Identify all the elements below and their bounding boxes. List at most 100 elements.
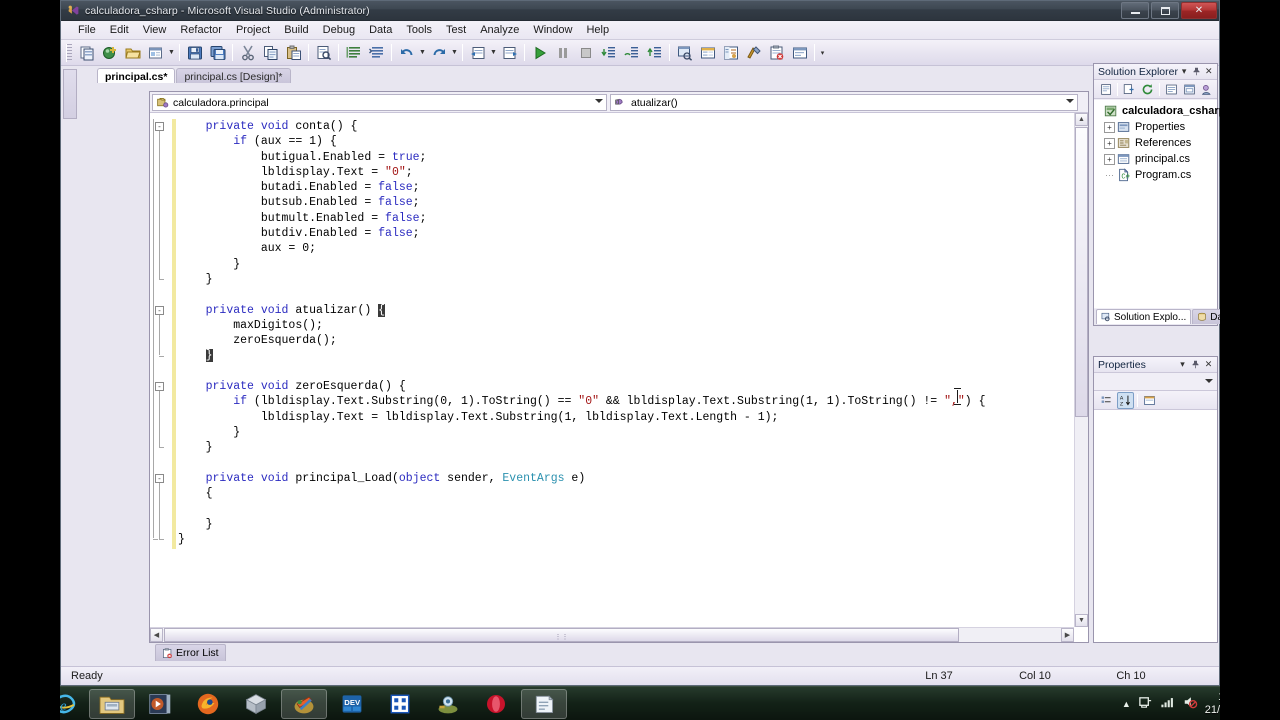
taskbar-item-windows-explorer[interactable] xyxy=(89,688,135,719)
minimize-button[interactable] xyxy=(1121,2,1149,19)
expand-icon[interactable]: + xyxy=(1104,153,1115,165)
solution-explorer-icon[interactable] xyxy=(674,42,695,63)
close-button[interactable]: ✕ xyxy=(1181,2,1217,19)
source-code[interactable]: private void conta() { if (aux == 1) { b… xyxy=(178,119,1074,547)
code-text-area[interactable]: private void conta() { if (aux == 1) { b… xyxy=(150,113,1088,642)
taskbar-item-windows-media-player[interactable] xyxy=(137,689,183,719)
expand-icon[interactable]: + xyxy=(1104,137,1115,149)
uncomment-icon[interactable] xyxy=(366,42,387,63)
properties-grid[interactable] xyxy=(1094,410,1217,642)
taskbar-item-notepad-document[interactable] xyxy=(521,688,567,719)
redo-dropdown-icon[interactable]: ▼ xyxy=(450,42,459,63)
chevron-down-icon[interactable]: ▾ xyxy=(1176,358,1189,371)
menu-item-project[interactable]: Project xyxy=(229,22,277,38)
save-all-icon[interactable] xyxy=(207,42,228,63)
cut-icon[interactable] xyxy=(237,42,258,63)
new-project-icon[interactable] xyxy=(76,42,97,63)
categorized-icon[interactable] xyxy=(1098,392,1115,409)
copy-icon[interactable] xyxy=(260,42,281,63)
menu-item-window[interactable]: Window xyxy=(526,22,579,38)
taskbar-item-camtasia[interactable] xyxy=(425,689,471,719)
tree-item-references[interactable]: + References xyxy=(1098,135,1217,151)
tree-item-properties[interactable]: + Properties xyxy=(1098,119,1217,135)
collapse-region-icon[interactable]: - xyxy=(155,382,164,392)
toolbox-auto-hide-tab[interactable] xyxy=(63,69,77,119)
window-controls[interactable]: ✕ xyxy=(1121,2,1217,19)
navigate-backward-dropdown-icon[interactable]: ▼ xyxy=(489,42,498,63)
member-navigation-dropdown[interactable]: atualizar() xyxy=(610,94,1078,111)
property-pages-icon[interactable] xyxy=(1141,392,1158,409)
properties-object-selector[interactable] xyxy=(1094,373,1217,391)
menu-item-tools[interactable]: Tools xyxy=(399,22,439,38)
output-window-icon[interactable] xyxy=(789,42,810,63)
refresh-icon[interactable] xyxy=(1140,81,1156,98)
alphabetical-icon[interactable]: AZ xyxy=(1117,391,1134,409)
new-web-site-dropdown-icon[interactable]: ▼ xyxy=(167,42,176,63)
stop-icon[interactable] xyxy=(575,42,596,63)
vertical-scroll-thumb[interactable] xyxy=(1075,127,1088,417)
volume-muted-icon[interactable] xyxy=(1182,695,1198,712)
step-out-icon[interactable] xyxy=(644,42,665,63)
show-all-files-icon[interactable] xyxy=(1121,81,1137,98)
show-hidden-icons-icon[interactable]: ▲ xyxy=(1122,699,1131,709)
toolbar-grip[interactable] xyxy=(66,43,72,62)
taskbar-item-package-installer[interactable] xyxy=(233,689,279,719)
properties-page-icon[interactable] xyxy=(1098,81,1114,98)
maximize-button[interactable] xyxy=(1151,2,1179,19)
horizontal-scroll-thumb[interactable]: ⋮⋮ xyxy=(164,628,959,642)
network-icon[interactable] xyxy=(1160,695,1175,712)
close-icon[interactable]: ✕ xyxy=(1203,65,1215,78)
paste-icon[interactable] xyxy=(283,42,304,63)
undo-icon[interactable] xyxy=(396,42,417,63)
menu-item-view[interactable]: View xyxy=(136,22,174,38)
taskbar-item-opera-browser[interactable] xyxy=(473,689,519,719)
toolbar-overflow-icon[interactable]: ▾ xyxy=(818,42,827,63)
scroll-right-button[interactable]: ▶ xyxy=(1061,628,1074,642)
new-web-site-icon[interactable] xyxy=(145,42,166,63)
step-over-icon[interactable] xyxy=(621,42,642,63)
navigate-backward-icon[interactable] xyxy=(467,42,488,63)
menu-item-debug[interactable]: Debug xyxy=(316,22,362,38)
menu-item-file[interactable]: File xyxy=(71,22,103,38)
class-navigation-dropdown[interactable]: calculadora.principal xyxy=(152,94,607,111)
pin-icon[interactable] xyxy=(1190,65,1202,78)
menu-item-build[interactable]: Build xyxy=(277,22,315,38)
chevron-down-icon[interactable]: ▾ xyxy=(1178,65,1190,78)
menu-item-refactor[interactable]: Refactor xyxy=(173,22,229,38)
tab-error-list[interactable]: Error List xyxy=(155,644,226,661)
editor-vertical-scrollbar[interactable]: ▲ ▼ xyxy=(1074,113,1088,627)
solution-explorer-tree[interactable]: calculadora_csharp + Properties + Refere… xyxy=(1094,100,1225,308)
scroll-left-button[interactable]: ◀ xyxy=(150,628,163,642)
taskbar-item-paint-app[interactable] xyxy=(281,688,327,719)
properties-window-icon[interactable] xyxy=(697,42,718,63)
taskbar-item-dev-cpp[interactable]: DEV xyxy=(329,689,375,719)
add-new-item-icon[interactable] xyxy=(99,42,120,63)
menu-item-data[interactable]: Data xyxy=(362,22,399,38)
expand-icon[interactable]: + xyxy=(1104,121,1115,133)
tree-item-principal-cs[interactable]: + principal.cs xyxy=(1098,151,1217,167)
scroll-down-button[interactable]: ▼ xyxy=(1075,614,1088,627)
taskbar-item-mozilla-firefox[interactable] xyxy=(185,689,231,719)
view-code-icon[interactable] xyxy=(1163,81,1179,98)
chevron-down-icon[interactable] xyxy=(1205,379,1213,383)
open-file-icon[interactable] xyxy=(122,42,143,63)
chevron-down-icon[interactable] xyxy=(1066,99,1074,103)
menu-item-test[interactable]: Test xyxy=(439,22,473,38)
menu-item-edit[interactable]: Edit xyxy=(103,22,136,38)
pin-icon[interactable] xyxy=(1189,358,1202,371)
object-browser-icon[interactable] xyxy=(720,42,741,63)
collapse-region-icon[interactable]: - xyxy=(155,305,164,315)
pause-icon[interactable] xyxy=(552,42,573,63)
scroll-up-button[interactable]: ▲ xyxy=(1075,113,1088,126)
chevron-down-icon[interactable] xyxy=(595,99,603,103)
view-designer-icon[interactable] xyxy=(1181,81,1197,98)
step-into-icon[interactable] xyxy=(598,42,619,63)
tree-item-calculadora-csharp[interactable]: calculadora_csharp xyxy=(1098,103,1225,119)
collapse-region-icon[interactable]: - xyxy=(155,122,164,131)
menu-item-analyze[interactable]: Analyze xyxy=(473,22,526,38)
dock-tab-solution-explorer[interactable]: Solution Explo... xyxy=(1096,309,1192,324)
redo-icon[interactable] xyxy=(428,42,449,63)
save-icon[interactable] xyxy=(184,42,205,63)
undo-dropdown-icon[interactable]: ▼ xyxy=(418,42,427,63)
tab-principal-cs[interactable]: principal.cs* xyxy=(97,68,176,83)
